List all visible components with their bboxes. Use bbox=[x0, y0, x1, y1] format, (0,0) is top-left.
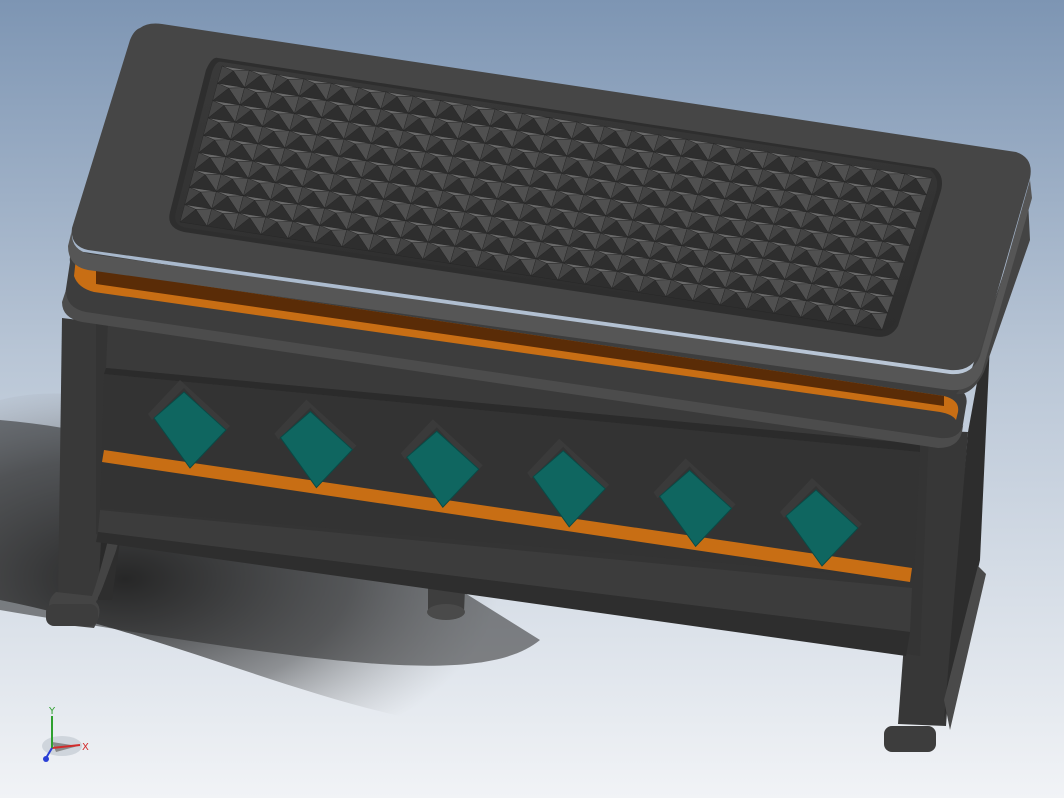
triad-y-label: Y bbox=[48, 706, 56, 717]
leg-back-center-foot bbox=[427, 604, 465, 620]
triad-z-dot bbox=[43, 756, 49, 762]
triad-x-label: X bbox=[82, 742, 89, 753]
leg-front-right-foot-pad bbox=[884, 726, 936, 752]
model-render[interactable]: X Y bbox=[0, 0, 1064, 798]
leg-front-left-foot-pad bbox=[46, 604, 98, 626]
cad-viewport[interactable]: X Y bbox=[0, 0, 1064, 798]
